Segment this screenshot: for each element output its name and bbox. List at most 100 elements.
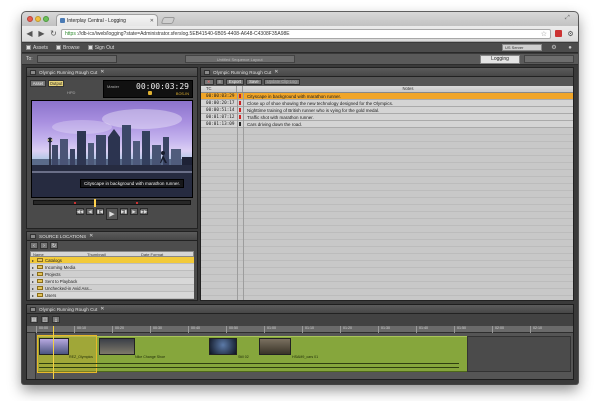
- playhead-handle[interactable]: [94, 199, 96, 207]
- tree-item[interactable]: ▸ Catalogs: [30, 257, 194, 264]
- menu-wrench-icon[interactable]: ⚙: [566, 29, 575, 38]
- tab-strip: Interplay Central - Logging ✕ ⤢: [22, 12, 578, 26]
- log-rows: 00:00:03:29 Cityscape in background with…: [201, 93, 573, 300]
- tree-item-label: Projects: [45, 271, 61, 277]
- reload-icon[interactable]: ↻: [49, 29, 58, 38]
- fullscreen-icon[interactable]: ⤢: [565, 15, 573, 22]
- assets-checkbox[interactable]: Assets: [26, 45, 48, 51]
- signout-checkbox[interactable]: Sign Out: [87, 45, 114, 51]
- new-tab-button[interactable]: [160, 17, 176, 24]
- tree-item[interactable]: ▸ Users: [30, 292, 194, 299]
- forward-icon[interactable]: ▶: [37, 29, 46, 38]
- panel-menu-icon[interactable]: [204, 69, 210, 75]
- to-label: To:: [26, 56, 33, 62]
- column-notes[interactable]: Notes: [243, 86, 573, 92]
- export-button[interactable]: Export: [225, 78, 245, 85]
- tree-item[interactable]: ▸ Projects: [30, 271, 194, 278]
- layout-tab-right[interactable]: [524, 55, 574, 63]
- back-icon[interactable]: ◀: [25, 29, 34, 38]
- panel-menu-icon[interactable]: [30, 306, 36, 312]
- video-frame[interactable]: Cityscape in background with marathon ru…: [31, 100, 193, 198]
- ruler-label: 01:30: [381, 326, 390, 330]
- save-button[interactable]: Save: [246, 78, 262, 85]
- marker-icon: [148, 91, 152, 95]
- transport-button[interactable]: ▶: [130, 208, 138, 215]
- expand-icon[interactable]: ▸: [32, 272, 35, 277]
- layout-tab-middle[interactable]: Untitled Sequence Layout: [184, 55, 295, 63]
- expand-icon[interactable]: ▸: [32, 279, 35, 284]
- expand-icon[interactable]: ▸: [32, 265, 35, 270]
- close-window-button[interactable]: [27, 16, 33, 22]
- refresh-icon[interactable]: ↻: [50, 242, 58, 249]
- minimize-window-button[interactable]: [35, 16, 41, 22]
- log-timecode: 00:00:20:17: [206, 100, 235, 106]
- column-thumbnail[interactable]: Thumbnail: [85, 252, 139, 257]
- expand-icon[interactable]: ▸: [32, 293, 35, 298]
- logging-tab[interactable]: Logging: [480, 54, 520, 64]
- timeline-tool-icon[interactable]: ◫: [41, 316, 49, 323]
- clip-label: REZ_Olympics: [69, 355, 93, 359]
- folder-icon: [37, 272, 43, 276]
- timeline-ruler[interactable]: 00:00 00:10 00:20 00:30 00:40 00:50 01:0…: [27, 326, 573, 333]
- timeline-playhead[interactable]: [53, 326, 54, 379]
- column-date[interactable]: Date Format: [139, 252, 193, 257]
- maximize-window-button[interactable]: [43, 16, 49, 22]
- scrub-bar[interactable]: [33, 199, 191, 207]
- source-browser-panel: SOURCE LOCATIONS ✕ ‹ › ↻ Name Thumbnail …: [26, 231, 198, 301]
- update-clip-log-button[interactable]: Update Clip Log: [263, 78, 300, 85]
- tree-item[interactable]: ▸ Incoming Media: [30, 264, 194, 271]
- timecode-label: Master: [107, 84, 120, 89]
- column-name[interactable]: Name: [31, 252, 85, 257]
- log-timecode: 00:01:13:09: [206, 121, 235, 127]
- log-row[interactable]: 00:00:20:17 Close up of shoe showing the…: [201, 100, 573, 107]
- transport-button[interactable]: ▶▮: [120, 208, 128, 215]
- clip-label: Nike Change Shoe: [135, 355, 166, 359]
- forward-icon[interactable]: ›: [40, 242, 48, 249]
- timeline-close-icon[interactable]: ✕: [100, 306, 104, 312]
- expand-icon[interactable]: ▸: [32, 286, 35, 291]
- tab-close-icon[interactable]: ✕: [150, 18, 154, 24]
- browse-checkbox[interactable]: Browse: [56, 45, 80, 51]
- panel-menu-icon[interactable]: [30, 69, 36, 75]
- player-close-icon[interactable]: ✕: [100, 69, 104, 75]
- transport-button[interactable]: ◀: [86, 208, 94, 215]
- transport-button[interactable]: ◀◀: [76, 208, 84, 215]
- output-mode-button[interactable]: Output: [48, 80, 64, 87]
- tree-item[interactable]: ▸ Sent to Playback: [30, 278, 194, 285]
- log-row[interactable]: 00:00:51:14 Nighttime training of Britis…: [201, 107, 573, 114]
- browse-label: Browse: [63, 44, 80, 51]
- panel-menu-icon[interactable]: [30, 233, 36, 239]
- log-row[interactable]: 00:01:13:09 Cars driving down the road.: [201, 121, 573, 128]
- source-mode-button[interactable]: Asset: [30, 80, 46, 87]
- column-tc[interactable]: TC: [201, 86, 237, 92]
- empty-track-area: [467, 336, 571, 372]
- browser-tab[interactable]: Interplay Central - Logging ✕: [56, 14, 158, 26]
- timecode-sub: BOS-IN: [175, 92, 189, 96]
- log-row[interactable]: 00:00:03:29 Cityscape in background with…: [201, 93, 573, 100]
- transport-button[interactable]: ▮◀: [96, 208, 104, 215]
- address-bar[interactable]: https ://db-ics/iweb/logging?state=Admin…: [61, 28, 551, 39]
- transport-button[interactable]: ▶▶: [140, 208, 148, 215]
- log-row[interactable]: 00:01:07:12 Traffic shot with marathon r…: [201, 114, 573, 121]
- ruler-tick: 00:50: [226, 326, 238, 333]
- server-select[interactable]: US Server: [502, 44, 542, 51]
- expand-icon[interactable]: ▸: [32, 258, 35, 263]
- list-icon[interactable]: ≡: [215, 78, 224, 85]
- browser-close-icon[interactable]: ✕: [89, 233, 93, 239]
- clip-thumbnail: [39, 338, 69, 355]
- settings-icon[interactable]: ⚙: [550, 44, 558, 52]
- bookmark-star-icon[interactable]: ☆: [541, 30, 547, 38]
- delete-button[interactable]: ✕: [204, 78, 214, 85]
- timeline-tool-icon[interactable]: ▤: [30, 316, 38, 323]
- layout-tab-left[interactable]: [36, 55, 117, 63]
- timecode-value: 00:00:03:29: [136, 82, 189, 91]
- play-button[interactable]: ▶: [106, 208, 118, 220]
- ruler-tick: 00:10: [74, 326, 86, 333]
- back-icon[interactable]: ‹: [30, 242, 38, 249]
- log-close-icon[interactable]: ✕: [274, 69, 278, 75]
- tree-item[interactable]: ▸ Unchecked-in Avid Ass...: [30, 285, 194, 292]
- ruler-tick: 02:00: [492, 326, 504, 333]
- timeline-tool-icon[interactable]: ⤓: [52, 316, 60, 323]
- extension-icon[interactable]: [554, 29, 563, 38]
- user-icon[interactable]: ●: [566, 44, 574, 52]
